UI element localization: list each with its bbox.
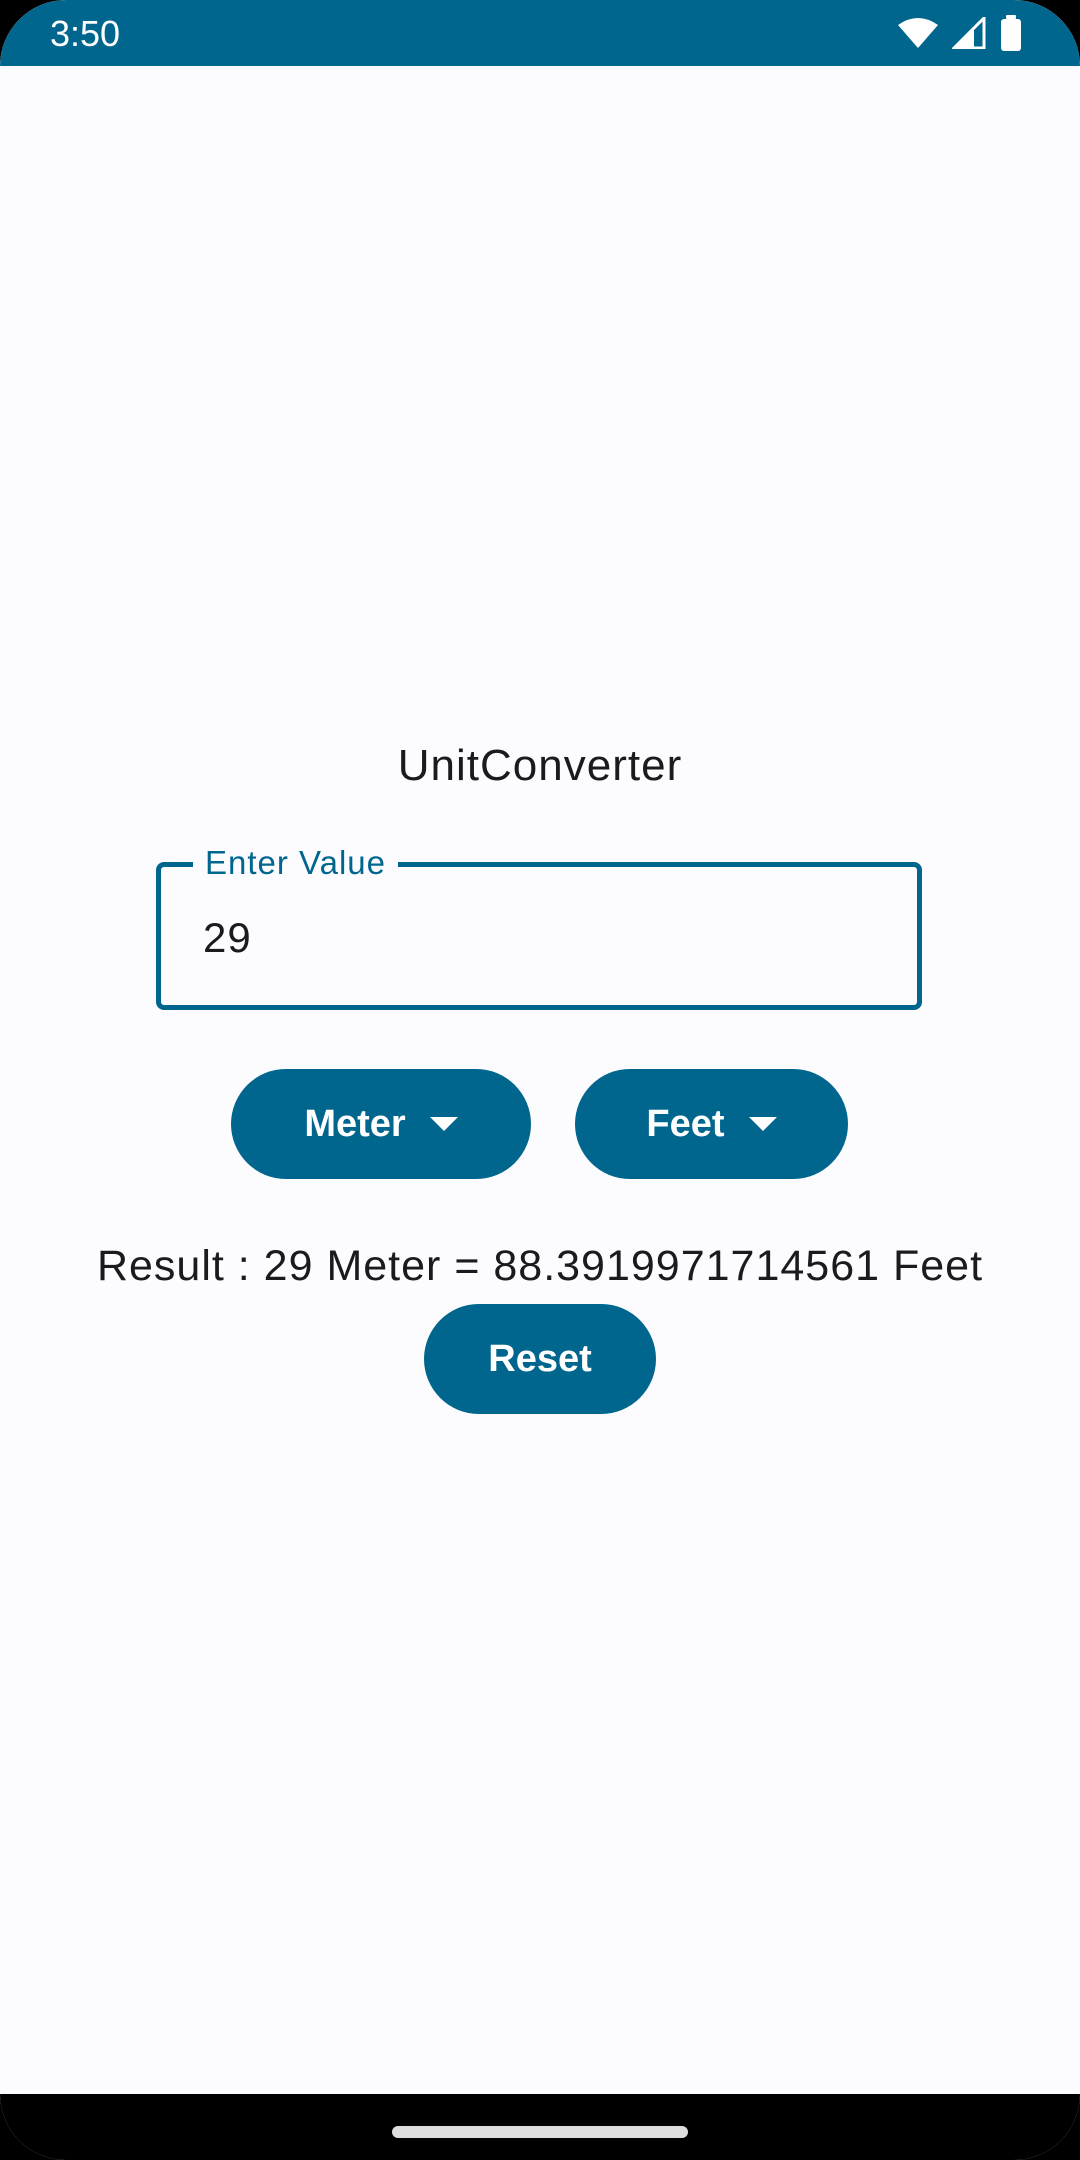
reset-label: Reset	[488, 1337, 592, 1380]
cellular-signal-icon	[952, 17, 986, 49]
value-input-label: Enter Value	[193, 841, 398, 885]
to-unit-label: Feet	[646, 1102, 725, 1145]
result-text: Result : 29 Meter = 88.3919971714561 Fee…	[96, 1242, 984, 1290]
caret-down-icon	[748, 1117, 777, 1131]
status-bar: 3:50	[0, 0, 1080, 66]
battery-icon	[1000, 15, 1022, 51]
status-time: 3:50	[50, 13, 121, 54]
reset-button[interactable]: Reset	[424, 1304, 656, 1414]
wifi-icon	[898, 17, 938, 49]
value-input[interactable]: 29	[203, 913, 252, 963]
from-unit-label: Meter	[304, 1102, 406, 1145]
home-gesture-handle[interactable]	[392, 2126, 688, 2138]
app-title: UnitConverter	[397, 741, 683, 790]
caret-down-icon	[429, 1117, 458, 1131]
to-unit-dropdown-button[interactable]: Feet	[575, 1069, 848, 1179]
status-icons	[898, 14, 1022, 52]
app-screen: 3:50 UnitConverter Enter Value 29 Meter …	[0, 0, 1080, 2160]
value-input-field[interactable]: Enter Value 29	[156, 841, 922, 1010]
from-unit-dropdown-button[interactable]: Meter	[231, 1069, 531, 1179]
